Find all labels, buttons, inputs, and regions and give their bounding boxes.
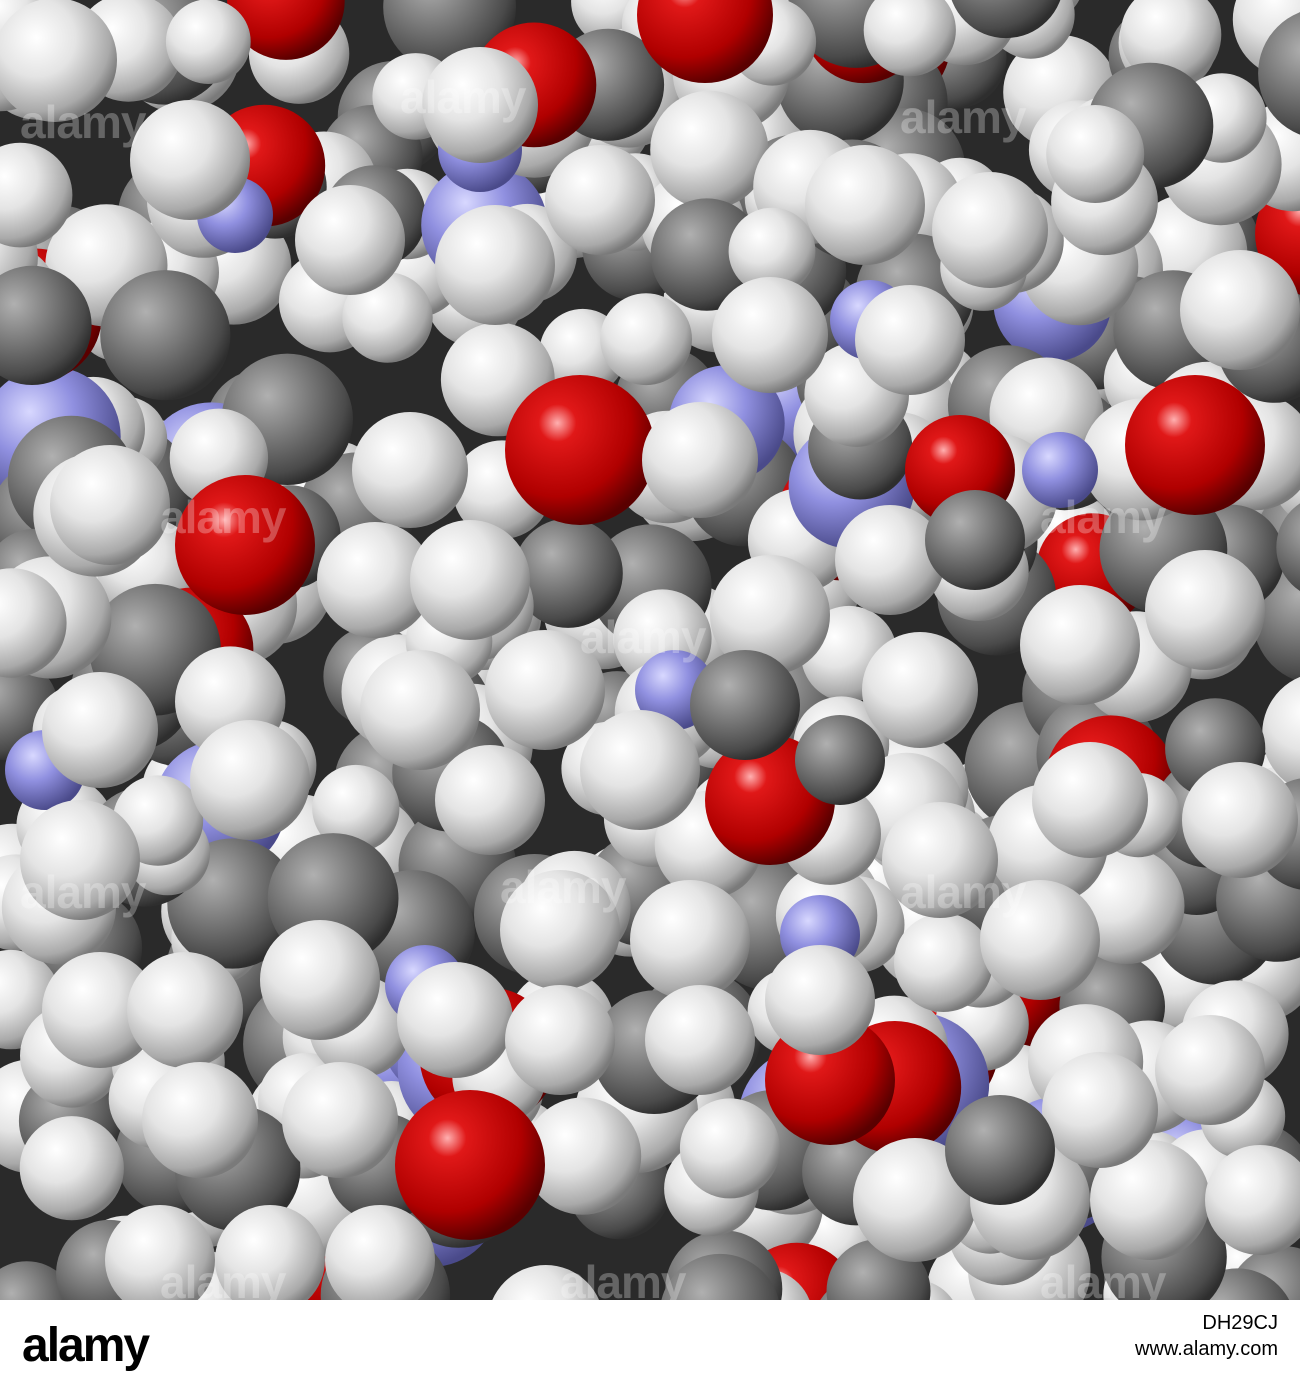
hydrogen-atom [360, 650, 480, 770]
hydrogen-atom [142, 1062, 258, 1178]
carbon-atom [795, 715, 885, 805]
hydrogen-atom [1042, 1052, 1158, 1168]
hydrogen-atom [422, 47, 538, 163]
hydrogen-atom [127, 952, 243, 1068]
oxygen-atom [505, 375, 655, 525]
hydrogen-atom [500, 870, 620, 990]
hydrogen-atom [435, 745, 545, 855]
oxygen-atom [395, 1090, 545, 1240]
carbon-atom [925, 490, 1025, 590]
hydrogen-atom [50, 445, 170, 565]
hydrogen-atom [190, 720, 310, 840]
hydrogen-atom [1046, 105, 1145, 203]
hydrogen-atom [130, 100, 250, 220]
alamy-logo: alamy [22, 1319, 150, 1372]
hydrogen-atom [410, 520, 530, 640]
hydrogen-atom [894, 913, 993, 1012]
nitrogen-atom [1022, 432, 1098, 508]
hydrogen-atom [1182, 762, 1298, 878]
oxygen-atom [175, 475, 315, 615]
carbon-atom [100, 270, 231, 401]
hydrogen-atom [435, 205, 555, 325]
footer-bar: alamy DH29CJ www.alamy.com [0, 1300, 1300, 1390]
hydrogen-atom [932, 172, 1048, 288]
image-id-block: DH29CJ www.alamy.com [1135, 1310, 1278, 1362]
hydrogen-atom [505, 985, 615, 1095]
hydrogen-atom [712, 277, 828, 393]
molecular-model-image: alamy alamy alamy alamy alamy alamy alamy alamy… [0, 0, 1300, 1300]
image-url: www.alamy.com [1135, 1338, 1278, 1360]
hydrogen-atom [282, 1062, 398, 1178]
hydrogen-atom [352, 412, 468, 528]
hydrogen-atom [600, 293, 692, 386]
hydrogen-atom [855, 285, 965, 395]
hydrogen-atom [492, 1265, 600, 1300]
hydrogen-atom [645, 985, 755, 1095]
carbon-atom [690, 650, 800, 760]
hydrogen-atom [862, 632, 978, 748]
hydrogen-atom [19, 1116, 124, 1221]
hydrogen-atom [545, 145, 655, 255]
hydrogen-atom [1180, 250, 1300, 370]
hydrogen-atom [765, 945, 875, 1055]
hydrogen-atom [882, 802, 998, 918]
hydrogen-atom [630, 880, 750, 1000]
hydrogen-atom [679, 1098, 780, 1199]
hydrogen-atom [1032, 742, 1148, 858]
hydrogen-atom [165, 0, 251, 84]
carbon-atom [945, 1095, 1055, 1205]
space-filling-model [0, 0, 1300, 1300]
hydrogen-atom [42, 672, 158, 788]
hydrogen-atom [485, 630, 605, 750]
hydrogen-atom [1145, 550, 1265, 670]
oxygen-atom [1125, 375, 1265, 515]
hydrogen-atom [1155, 1015, 1265, 1125]
hydrogen-atom [642, 402, 758, 518]
hydrogen-atom [650, 90, 769, 209]
hydrogen-atom [580, 710, 700, 830]
hydrogen-atom [1020, 585, 1140, 705]
hydrogen-atom [397, 962, 513, 1078]
hydrogen-atom [980, 880, 1100, 1000]
image-id: DH29CJ [1202, 1312, 1278, 1334]
hydrogen-atom [295, 185, 405, 295]
hydrogen-atom [260, 920, 380, 1040]
hydrogen-atom [0, 0, 117, 122]
hydrogen-atom [805, 145, 925, 265]
hydrogen-atom [20, 800, 140, 920]
hydrogen-atom [835, 505, 945, 615]
